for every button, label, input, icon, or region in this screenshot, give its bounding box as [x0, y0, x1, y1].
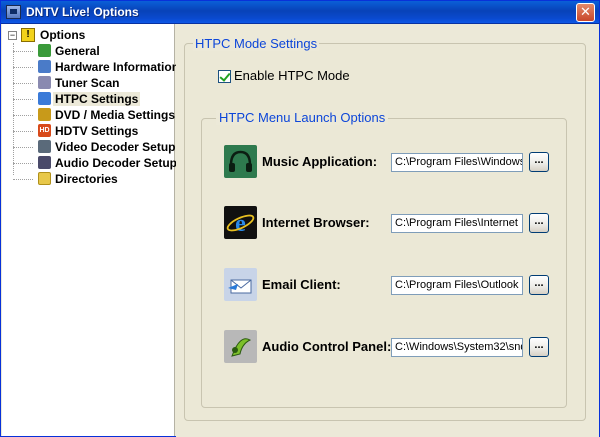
tree-item-label: Directories	[55, 172, 118, 186]
folder-icon	[38, 172, 51, 185]
tv-app-icon	[6, 5, 21, 19]
tree-item-hdtv-settings[interactable]: HD HDTV Settings	[2, 123, 174, 139]
tree-connector	[13, 115, 33, 116]
tree-item-video-decoder-setup[interactable]: Video Decoder Setup	[2, 139, 176, 155]
audio-decoder-icon	[38, 156, 51, 169]
internet-explorer-icon: e	[224, 206, 257, 239]
internet-browser-label: Internet Browser:	[262, 215, 370, 230]
email-icon	[224, 268, 257, 301]
tree-item-directories[interactable]: Directories	[2, 171, 174, 187]
tree-connector	[13, 179, 33, 180]
enable-htpc-label[interactable]: Enable HTPC Mode	[234, 68, 350, 83]
internet-browser-browse-button[interactable]: ...	[529, 213, 549, 233]
options-icon: !	[21, 28, 35, 42]
tree-connector	[13, 163, 33, 164]
htpc-icon	[38, 92, 51, 105]
svg-text:e: e	[235, 211, 246, 237]
email-client-label: Email Client:	[262, 277, 341, 292]
tree-item-tuner-scan[interactable]: Tuner Scan	[2, 75, 174, 91]
dvd-icon	[38, 108, 51, 121]
video-decoder-icon	[38, 140, 51, 153]
headphones-icon	[224, 145, 257, 178]
enable-htpc-checkbox[interactable]	[218, 70, 231, 83]
internet-browser-row: e Internet Browser: C:\Program Files\Int…	[224, 206, 564, 240]
tree-connector	[13, 51, 33, 52]
tree-item-audio-decoder-setup[interactable]: Audio Decoder Setup	[2, 155, 178, 171]
close-button[interactable]: ✕	[576, 3, 595, 22]
htpc-settings-page: HTPC Mode Settings Enable HTPC Mode HTPC…	[176, 25, 599, 437]
tree-connector	[13, 67, 33, 68]
music-application-label: Music Application:	[262, 154, 378, 169]
email-client-path-field[interactable]: C:\Program Files\Outlook	[391, 276, 523, 295]
hdtv-icon: HD	[38, 124, 51, 137]
tree-item-hardware-information[interactable]: Hardware Information	[2, 59, 179, 75]
tree-connector	[13, 131, 33, 132]
music-application-browse-button[interactable]: ...	[529, 152, 549, 172]
htpc-mode-title: HTPC Mode Settings	[193, 36, 320, 51]
options-window: DNTV Live! Options ✕ − ! Options General…	[0, 0, 600, 437]
tree-item-label: HDTV Settings	[55, 124, 139, 138]
tree-item-dvd-media-settings[interactable]: DVD / Media Settings	[2, 107, 176, 123]
tree-connector	[13, 147, 33, 148]
tree-item-label: Video Decoder Setup	[55, 140, 176, 154]
tree-item-label: DVD / Media Settings	[55, 108, 176, 122]
tree-connector	[13, 83, 33, 84]
audio-control-panel-label: Audio Control Panel:	[262, 339, 392, 354]
audio-control-panel-row: Audio Control Panel: C:\Windows\System32…	[224, 330, 564, 364]
title-bar[interactable]: DNTV Live! Options ✕	[1, 1, 599, 24]
launch-options-title: HTPC Menu Launch Options	[216, 110, 389, 125]
internet-browser-path-field[interactable]: C:\Program Files\Internet	[391, 214, 523, 233]
music-application-path-field[interactable]: C:\Program Files\Windows	[391, 153, 523, 172]
tree-item-htpc-settings[interactable]: HTPC Settings	[2, 91, 174, 107]
email-client-row: Email Client: C:\Program Files\Outlook .…	[224, 268, 564, 302]
tree-item-label: General	[55, 44, 100, 58]
hardware-info-icon	[38, 60, 51, 73]
tree-item-general[interactable]: General	[2, 43, 174, 59]
audio-control-panel-path-field[interactable]: C:\Windows\System32\snd	[391, 338, 523, 357]
tree-item-label: Hardware Information	[55, 60, 180, 74]
tree-connector	[13, 99, 33, 100]
email-client-browse-button[interactable]: ...	[529, 275, 549, 295]
tuner-scan-icon	[38, 76, 51, 89]
collapse-icon[interactable]: −	[8, 31, 17, 40]
tree-item-label: HTPC Settings	[53, 92, 141, 106]
tree-item-label: Tuner Scan	[55, 76, 120, 90]
audio-control-icon	[224, 330, 257, 363]
window-title: DNTV Live! Options	[26, 5, 139, 19]
options-tree: − ! Options General Hardware Information…	[2, 24, 179, 436]
music-application-row: Music Application: C:\Program Files\Wind…	[224, 145, 564, 179]
general-icon	[38, 44, 51, 57]
tree-root-label: Options	[40, 28, 86, 42]
audio-control-panel-browse-button[interactable]: ...	[529, 337, 549, 357]
tree-item-label: Audio Decoder Setup	[55, 156, 178, 170]
